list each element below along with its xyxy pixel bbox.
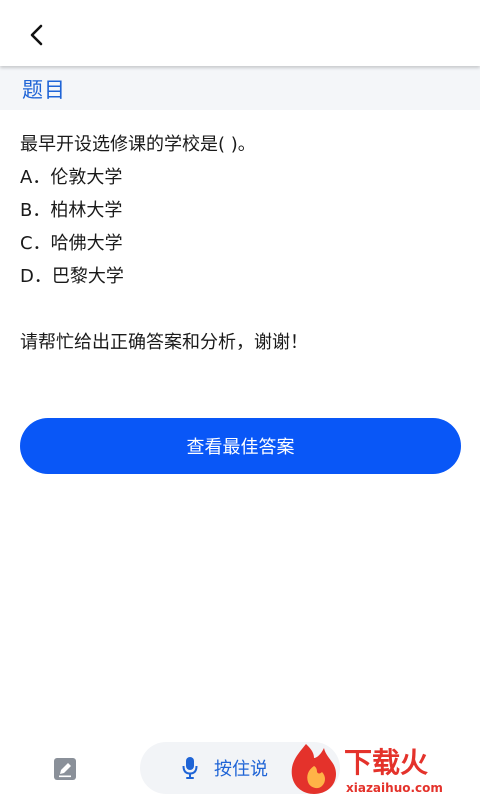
hold-to-talk-button[interactable]: 按住说	[140, 742, 340, 794]
microphone-icon	[182, 757, 198, 779]
question-content: 最早开设选修课的学校是( )。 A．伦敦大学 B．柏林大学 C．哈佛大学 D．巴…	[20, 128, 460, 359]
top-bar	[0, 0, 480, 66]
option-d: D．巴黎大学	[20, 266, 124, 287]
hold-to-talk-label: 按住说	[214, 759, 268, 780]
option-b: B．柏林大学	[20, 200, 123, 221]
section-header: 题目	[0, 66, 480, 110]
option-a: A．伦敦大学	[20, 167, 123, 188]
option-c: C．哈佛大学	[20, 233, 123, 254]
chevron-left-icon	[30, 24, 43, 46]
bottom-bar: 按住说	[0, 736, 480, 800]
request-text: 请帮忙给出正确答案和分析，谢谢！	[20, 332, 308, 353]
edit-button[interactable]	[52, 756, 78, 782]
question-text: 最早开设选修课的学校是( )。	[20, 134, 256, 155]
view-best-answer-button[interactable]: 查看最佳答案	[20, 418, 461, 474]
back-button[interactable]	[22, 20, 52, 50]
section-title: 题目	[22, 78, 66, 102]
edit-icon	[54, 758, 76, 780]
